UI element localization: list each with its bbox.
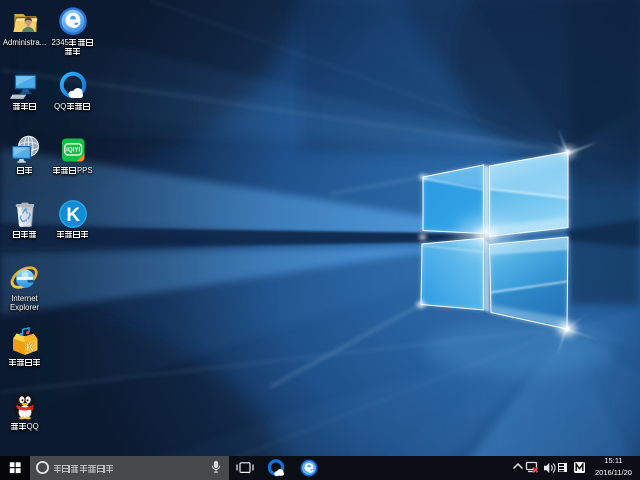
- svg-text:K: K: [25, 341, 34, 355]
- svg-text:iQIYI: iQIYI: [66, 147, 80, 154]
- svg-text:K: K: [66, 205, 80, 226]
